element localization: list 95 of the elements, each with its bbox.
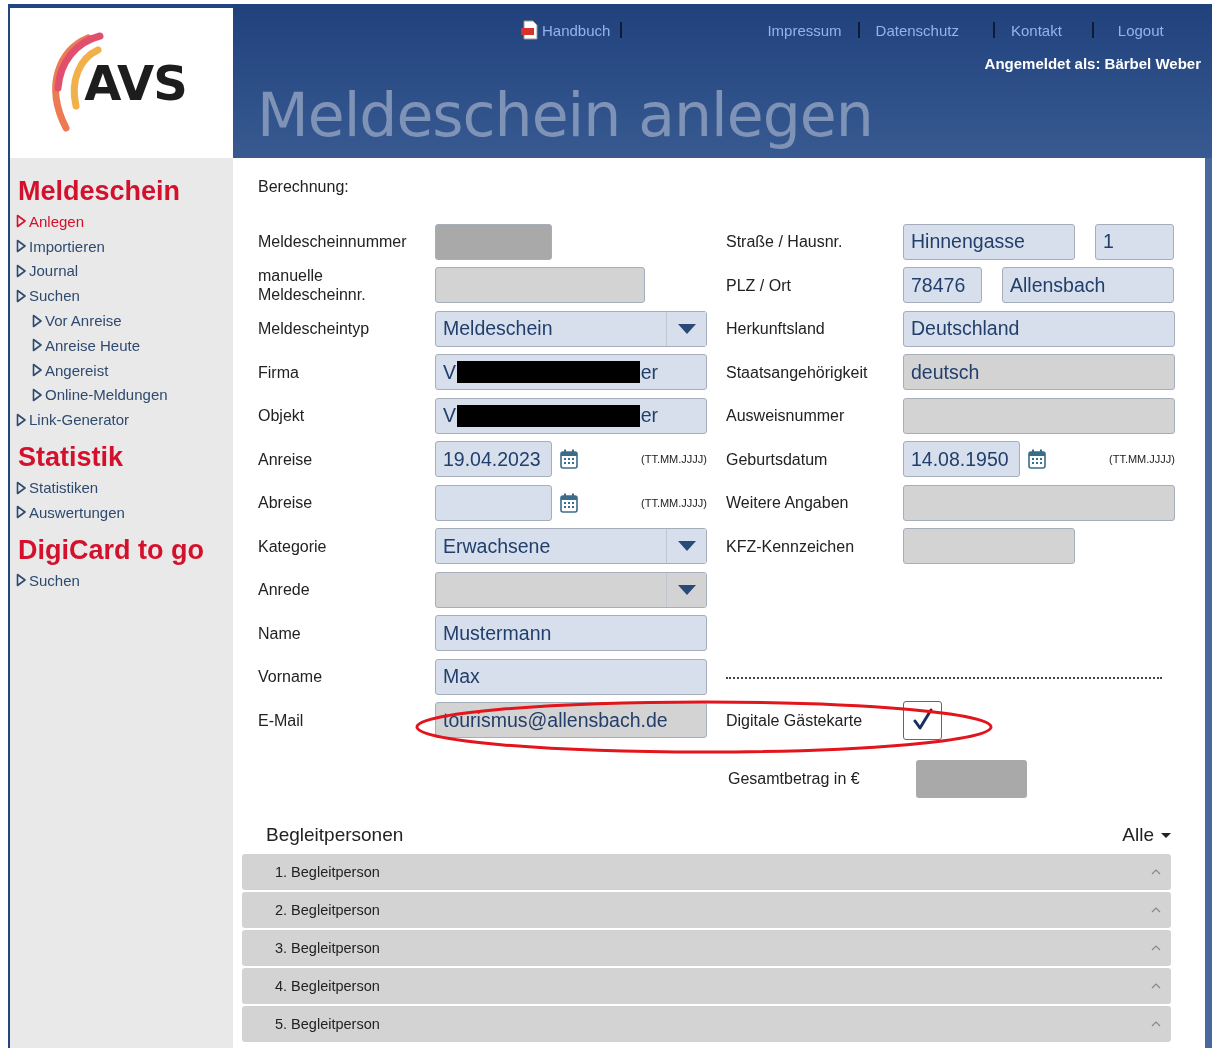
input-field[interactable]: 78476 xyxy=(903,267,982,304)
chevron-up-icon xyxy=(1151,906,1161,914)
dropdown[interactable]: Erwachsene xyxy=(435,528,707,565)
triangle-icon xyxy=(16,412,26,427)
checkbox[interactable] xyxy=(903,700,942,740)
field-label: KFZ-Kennzeichen xyxy=(726,536,856,556)
input-field[interactable]: Hinnengasse xyxy=(903,223,1075,260)
triangle-icon xyxy=(32,363,42,378)
field-label: Gesamtbetrag in € xyxy=(728,769,861,789)
accordion-item[interactable]: 2. Begleitperson xyxy=(242,892,1171,928)
pdf-file-icon[interactable] xyxy=(521,20,538,40)
section-label: Berechnung: xyxy=(258,178,350,197)
input-field[interactable]: V er xyxy=(435,397,707,434)
section-title: Begleitpersonen xyxy=(266,824,404,846)
field-label: Digitale Gästekarte xyxy=(726,710,864,730)
header-link[interactable]: Impressum xyxy=(767,21,842,39)
input-field[interactable]: Deutschland xyxy=(903,310,1175,347)
sidebar-heading: Meldeschein xyxy=(18,176,182,207)
field-label: Meldescheintyp xyxy=(258,319,371,339)
input-field[interactable] xyxy=(435,484,552,521)
caret-icon xyxy=(1161,832,1171,838)
dropdown-arrow-icon[interactable] xyxy=(677,541,696,552)
field-label: Meldescheinnummer xyxy=(258,232,408,252)
field-label: Straße / Hausnr. xyxy=(726,232,844,252)
date-format-hint: (TT.MM.JJJJ) xyxy=(1109,453,1175,466)
sidebar-item[interactable]: Link-Generator xyxy=(16,407,233,433)
chevron-up-icon xyxy=(1151,868,1161,876)
input-field[interactable]: Max xyxy=(435,658,707,695)
sidebar-item[interactable]: Online-Meldungen xyxy=(32,382,233,408)
input-field[interactable]: 14.08.1950 xyxy=(903,441,1020,478)
accordion-item[interactable]: 1. Begleitperson xyxy=(242,854,1171,890)
field-label: Ausweisnummer xyxy=(726,406,846,426)
sidebar-item[interactable]: Statistiken xyxy=(16,475,233,500)
field-label: manuelle Meldescheinnr. xyxy=(258,266,367,305)
sidebar-item[interactable]: Angereist xyxy=(32,357,233,383)
field-label: Herkunftsland xyxy=(726,319,826,339)
triangle-icon xyxy=(16,239,26,254)
field-label: Vorname xyxy=(258,667,324,687)
sidebar-item[interactable]: Journal xyxy=(16,258,233,284)
sidebar-item[interactable]: Suchen xyxy=(16,567,233,593)
triangle-icon xyxy=(32,387,42,402)
filter-dropdown[interactable]: Alle xyxy=(1122,824,1171,846)
input-field[interactable]: Mustermann xyxy=(435,615,707,652)
triangle-icon xyxy=(32,338,42,353)
triangle-icon xyxy=(16,264,26,278)
field-label: Weitere Angaben xyxy=(726,493,850,513)
chevron-up-icon xyxy=(1151,944,1161,952)
input-field[interactable]: 19.04.2023 xyxy=(435,441,552,478)
date-format-hint: (TT.MM.JJJJ) xyxy=(641,453,707,466)
header-link[interactable]: Datenschutz xyxy=(875,21,959,39)
sidebar-item[interactable]: Vor Anreise xyxy=(32,308,233,333)
field-label: Geburtsdatum xyxy=(726,449,829,469)
sidebar-heading: DigiCard to go xyxy=(18,534,205,566)
date-format-hint: (TT.MM.JJJJ) xyxy=(641,496,707,509)
sidebar-item[interactable]: Anlegen xyxy=(16,209,233,234)
page-title: Meldeschein anlegen xyxy=(257,80,873,150)
accordion-item[interactable]: 5. Begleitperson xyxy=(242,1006,1171,1042)
sidebar-item[interactable]: Anreise Heute xyxy=(32,333,233,358)
field-label: E-Mail xyxy=(258,710,305,730)
field-label: Name xyxy=(258,623,302,643)
triangle-icon xyxy=(32,313,42,328)
sidebar-item[interactable]: Auswertungen xyxy=(16,499,233,525)
calendar-icon[interactable] xyxy=(1028,449,1046,470)
field-label: Anreise xyxy=(258,449,314,469)
chevron-up-icon xyxy=(1151,982,1161,990)
sidebar-item[interactable]: Suchen xyxy=(16,283,233,309)
logo-text: AVS xyxy=(84,55,187,111)
chevron-up-icon xyxy=(1151,1020,1161,1028)
header-link[interactable]: Kontakt xyxy=(1010,21,1062,39)
input-field[interactable]: V er xyxy=(435,354,707,391)
triangle-icon xyxy=(16,573,26,588)
accordion-item[interactable]: 3. Begleitperson xyxy=(242,930,1171,966)
field-label: Abreise xyxy=(258,493,314,513)
triangle-icon xyxy=(16,214,26,229)
sidebar-item[interactable]: Importieren xyxy=(16,233,233,259)
accordion-item[interactable]: 4. Begleitperson xyxy=(242,968,1171,1004)
calendar-icon[interactable] xyxy=(560,449,578,470)
input-field[interactable]: 1 xyxy=(1095,223,1174,260)
header-link[interactable]: Logout xyxy=(1117,21,1164,39)
field-label: Kategorie xyxy=(258,536,328,556)
field-label: Firma xyxy=(258,362,300,382)
calendar-icon[interactable] xyxy=(560,492,578,513)
field-label: Staatsangehörigkeit xyxy=(726,362,869,382)
field-label: Anrede xyxy=(258,580,311,600)
sidebar-heading: Statistik xyxy=(18,442,125,474)
dropdown-arrow-icon[interactable] xyxy=(677,323,696,334)
input-field[interactable]: Allensbach xyxy=(1002,267,1174,304)
triangle-icon xyxy=(16,288,26,303)
manual-link[interactable]: Handbuch xyxy=(542,21,611,39)
dropdown[interactable]: Meldeschein xyxy=(435,310,707,347)
logged-in-user: Angemeldet als: Bärbel Weber xyxy=(984,55,1201,72)
field-label: Objekt xyxy=(258,406,306,426)
triangle-icon xyxy=(16,505,26,520)
field-label: PLZ / Ort xyxy=(726,275,792,295)
triangle-icon xyxy=(16,480,26,495)
